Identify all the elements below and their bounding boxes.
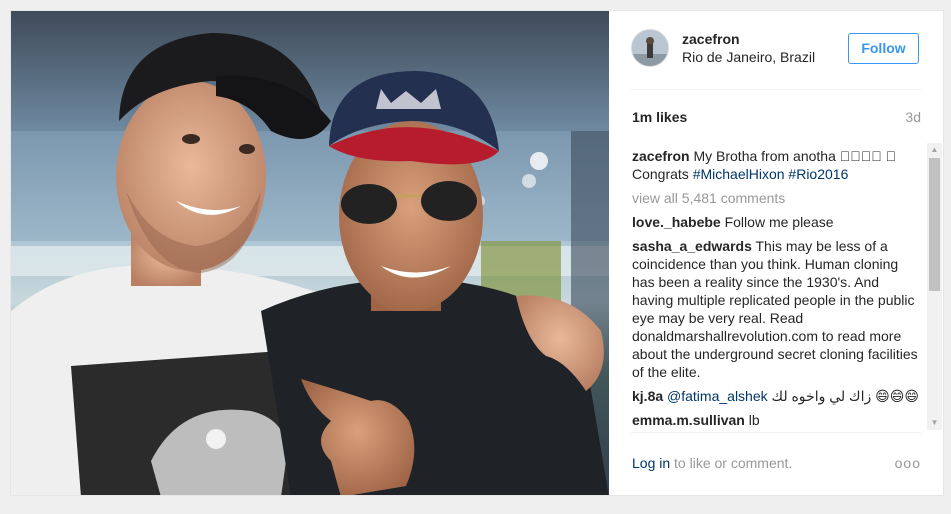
more-options-icon[interactable]: ooo <box>895 455 921 471</box>
comment-text: This may be less of a coincidence than y… <box>632 238 918 380</box>
comment-text: Follow me please <box>724 214 834 230</box>
comment-username[interactable]: sasha_a_edwards <box>632 238 752 254</box>
hashtag-link[interactable]: #Rio2016 <box>788 166 848 182</box>
scroll-up-arrow-icon[interactable]: ▲ <box>927 143 942 157</box>
login-prompt: Log in to like or comment. <box>632 455 792 471</box>
mention-link[interactable]: @fatima_alshek <box>667 388 768 404</box>
comment-item: love._habebe Follow me please <box>632 213 922 231</box>
comments-list[interactable]: zacefron My Brotha from anotha 🏻🏻🏻🏻 🏻 Co… <box>632 147 922 431</box>
user-avatar[interactable] <box>631 29 669 67</box>
caption-username[interactable]: zacefron <box>632 148 690 164</box>
avatar-image <box>632 30 668 66</box>
post-header: zacefron Rio de Janeiro, Brazil Follow <box>609 11 943 89</box>
scroll-down-arrow-icon[interactable]: ▼ <box>927 416 942 430</box>
post-side-panel: zacefron Rio de Janeiro, Brazil Follow 1… <box>609 11 943 495</box>
comment-item: sasha_a_edwards This may be less of a co… <box>632 237 922 381</box>
comment-username[interactable]: kj.8a <box>632 388 663 404</box>
likes-count[interactable]: 1m likes <box>632 109 687 125</box>
post-location[interactable]: Rio de Janeiro, Brazil <box>682 49 815 65</box>
header-divider <box>631 89 921 90</box>
comments-scrollbar[interactable]: ▲ ▼ <box>927 143 942 430</box>
follow-button[interactable]: Follow <box>848 33 919 64</box>
caption: zacefron My Brotha from anotha 🏻🏻🏻🏻 🏻 Co… <box>632 147 922 183</box>
post-photo[interactable] <box>11 11 609 495</box>
post-age[interactable]: 3d <box>905 109 921 125</box>
post-card: zacefron Rio de Janeiro, Brazil Follow 1… <box>10 10 944 496</box>
photo-illustration <box>11 11 609 495</box>
login-prompt-text: to like or comment. <box>670 455 793 471</box>
comment-item: kj.8a @fatima_alshek زاك لي واخوه لك 😄😄😄 <box>632 387 922 405</box>
comment-item: emma.m.sullivan lb <box>632 411 922 429</box>
post-username[interactable]: zacefron <box>682 31 740 47</box>
comment-username[interactable]: love._habebe <box>632 214 721 230</box>
login-link[interactable]: Log in <box>632 455 670 471</box>
hashtag-link[interactable]: #MichaelHixon <box>693 166 785 182</box>
footer-divider <box>631 432 921 433</box>
scroll-thumb[interactable] <box>929 158 940 291</box>
comment-text: lb <box>748 412 760 428</box>
comment-username[interactable]: emma.m.sullivan <box>632 412 745 428</box>
comment-text: زاك لي واخوه لك 😄😄😄 <box>771 388 919 404</box>
view-all-comments-link[interactable]: view all 5,481 comments <box>632 189 922 207</box>
